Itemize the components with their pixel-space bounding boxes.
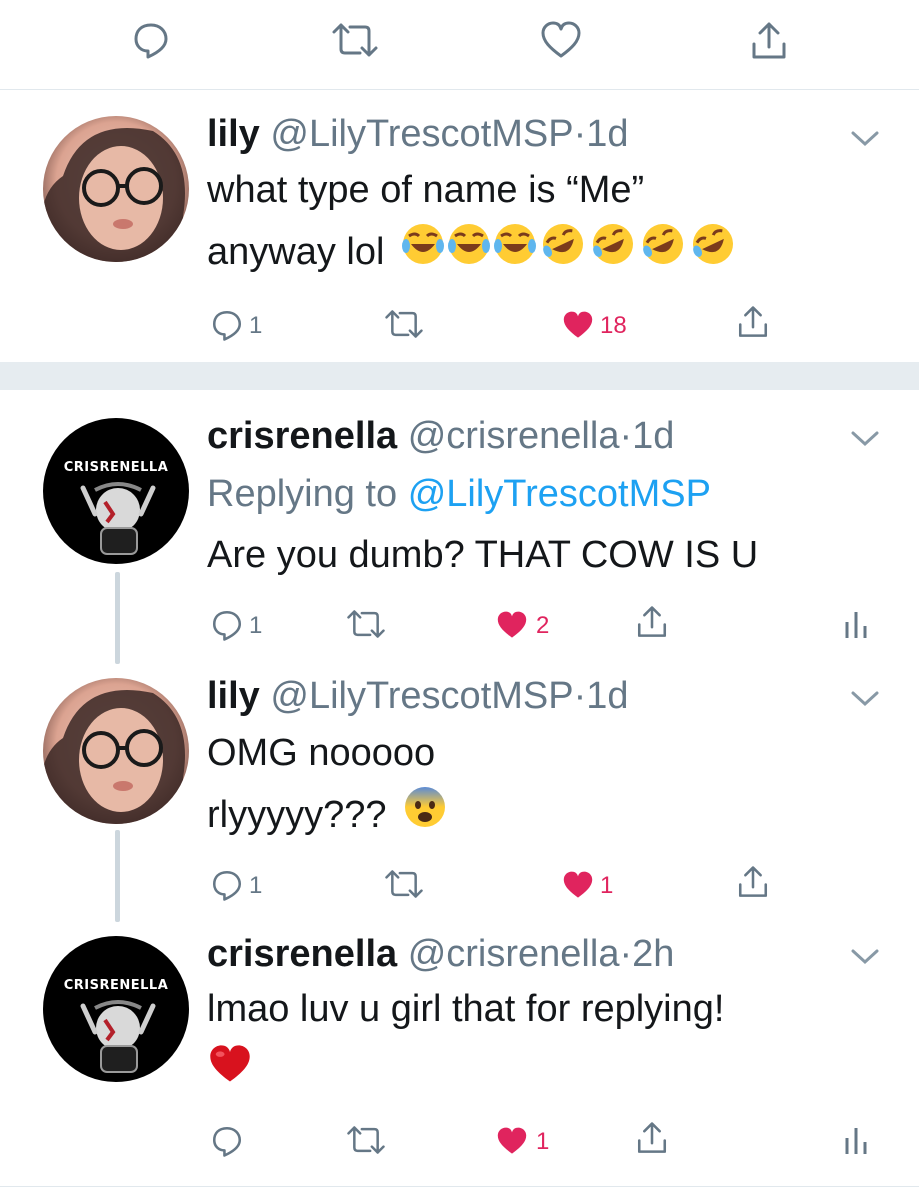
- share-icon[interactable]: [736, 864, 770, 900]
- separator-dot: ·: [619, 415, 633, 457]
- like-icon-filled[interactable]: [561, 870, 595, 900]
- avatar[interactable]: [43, 116, 189, 262]
- top-action-bar: [0, 0, 919, 88]
- like-icon[interactable]: [540, 21, 582, 59]
- like-icon-filled[interactable]: [561, 310, 595, 340]
- rolling-on-the-floor-laughing-icon: [592, 224, 633, 265]
- chevron-down-icon[interactable]: [850, 690, 880, 708]
- tweet-text: Are you dumb? THAT COW IS U: [207, 524, 758, 586]
- reply-count: 1: [249, 312, 263, 339]
- avatar[interactable]: CRISRENELLA: [43, 936, 189, 1082]
- retweet-icon[interactable]: [330, 22, 380, 58]
- share-icon[interactable]: [736, 304, 770, 340]
- retweet-icon[interactable]: [383, 869, 425, 899]
- tweet-text-line: anyway lol: [207, 221, 751, 285]
- reply-icon[interactable]: [210, 868, 244, 902]
- avatar[interactable]: CRISRENELLA: [43, 418, 189, 564]
- display-name[interactable]: crisrenella: [207, 933, 397, 975]
- reply-icon[interactable]: [210, 1124, 244, 1158]
- replying-to: Replying to @LilyTrescotMSP: [207, 472, 711, 516]
- rolling-on-the-floor-laughing-icon: [692, 224, 733, 265]
- tweet-text-line: Are you dumb? THAT COW IS U: [207, 534, 759, 576]
- tweet-text: OMG nooooo rlyyyyy???: [207, 722, 447, 848]
- reply-icon[interactable]: [210, 608, 244, 642]
- face-with-tears-of-joy-icon: [447, 224, 490, 265]
- tweet-text-segment: anyway lol: [207, 231, 385, 273]
- tweet[interactable]: lily @LilyTrescotMSP·1d OMG nooooo rlyyy…: [0, 670, 919, 928]
- share-icon[interactable]: [635, 1120, 669, 1156]
- timestamp[interactable]: 1d: [586, 675, 628, 717]
- analytics-icon[interactable]: [844, 1124, 868, 1156]
- avatar[interactable]: [43, 678, 189, 824]
- username[interactable]: @crisrenella: [408, 933, 620, 975]
- tweet-text-line: OMG nooooo: [207, 732, 436, 774]
- reply-count: 1: [249, 872, 263, 899]
- like-icon-filled[interactable]: [495, 1126, 529, 1156]
- reply-count: 1: [249, 612, 263, 639]
- tweet-text-segment: rlyyyyy???: [207, 794, 387, 836]
- username[interactable]: @LilyTrescotMSP: [270, 113, 573, 155]
- analytics-icon[interactable]: [844, 608, 868, 640]
- red-heart-icon: [207, 1042, 253, 1104]
- display-name[interactable]: lily: [207, 675, 260, 717]
- rolling-on-the-floor-laughing-icon: [642, 224, 683, 265]
- tweet-text-line: what type of name is “Me”: [207, 169, 645, 211]
- tweet-text: what type of name is “Me” anyway lol: [207, 159, 751, 285]
- fearful-face-icon: [397, 785, 447, 848]
- replying-to-label: Replying to: [207, 473, 398, 515]
- zombie-character-illustration: [80, 482, 156, 555]
- retweet-icon[interactable]: [345, 609, 387, 639]
- like-count: 2: [536, 612, 550, 639]
- display-name[interactable]: lily: [207, 113, 260, 155]
- mention-link[interactable]: @LilyTrescotMSP: [408, 473, 711, 515]
- timestamp[interactable]: 1d: [632, 415, 674, 457]
- rolling-on-the-floor-laughing-icon: [542, 224, 583, 265]
- tweet-text-line: [207, 1040, 724, 1104]
- tweet[interactable]: lily @LilyTrescotMSP·1d what type of nam…: [0, 90, 919, 362]
- zombie-character-illustration: [80, 1000, 156, 1073]
- display-name[interactable]: crisrenella: [207, 415, 397, 457]
- separator-dot: ·: [619, 933, 633, 975]
- face-with-tears-of-joy-icon: [401, 224, 444, 265]
- separator-dot: ·: [573, 113, 587, 155]
- chevron-down-icon[interactable]: [850, 430, 880, 448]
- reply-icon[interactable]: [210, 308, 244, 342]
- username[interactable]: @LilyTrescotMSP: [270, 675, 573, 717]
- tweet-text-line: rlyyyyy???: [207, 784, 447, 848]
- share-icon[interactable]: [635, 604, 669, 640]
- tweet-header: crisrenella @crisrenella·2h: [207, 932, 674, 976]
- tweet[interactable]: CRISRENELLA crisrenella @crisrenella·1d …: [0, 390, 919, 670]
- like-count: 1: [536, 1128, 550, 1155]
- retweet-icon[interactable]: [345, 1125, 387, 1155]
- tweet[interactable]: CRISRENELLA crisrenella @crisrenella·2h …: [0, 928, 919, 1186]
- glasses-face-illustration: [43, 690, 185, 824]
- separator-dot: ·: [573, 675, 587, 717]
- share-icon[interactable]: [749, 20, 789, 62]
- chevron-down-icon[interactable]: [850, 130, 880, 148]
- retweet-icon[interactable]: [383, 309, 425, 339]
- tweet-header: lily @LilyTrescotMSP·1d: [207, 674, 629, 718]
- divider: [0, 1186, 919, 1187]
- conversation-separator: [0, 362, 919, 390]
- chevron-down-icon[interactable]: [850, 948, 880, 966]
- like-count: 1: [600, 872, 614, 899]
- tweet-text-line: lmao luv u girl that for replying!: [207, 988, 725, 1030]
- glasses-face-illustration: [43, 128, 185, 262]
- username[interactable]: @crisrenella: [408, 415, 620, 457]
- timestamp[interactable]: 2h: [632, 933, 674, 975]
- face-with-tears-of-joy-icon: [493, 224, 536, 265]
- emoji-group: [395, 222, 751, 285]
- reply-icon[interactable]: [131, 20, 171, 60]
- tweet-header: lily @LilyTrescotMSP·1d: [207, 112, 629, 156]
- tweet-header: crisrenella @crisrenella·1d: [207, 414, 674, 458]
- like-icon-filled[interactable]: [495, 610, 529, 640]
- timestamp[interactable]: 1d: [586, 113, 628, 155]
- like-count: 18: [600, 312, 627, 339]
- tweet-text: lmao luv u girl that for replying!: [207, 978, 724, 1104]
